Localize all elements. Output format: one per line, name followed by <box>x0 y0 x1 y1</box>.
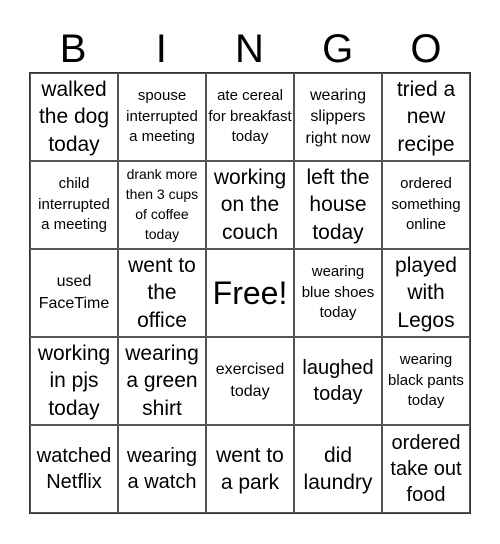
cell-text: watched Netflix <box>36 445 112 493</box>
cell-text: spouse interrupted a meeting <box>126 86 198 146</box>
bingo-cell[interactable]: wearing a green shirt <box>118 337 206 425</box>
cell-text: laughed today <box>302 357 374 405</box>
bingo-cell[interactable]: ate cereal for breakfast today <box>206 73 294 161</box>
bingo-cell[interactable]: walked the dog today <box>30 73 118 161</box>
bingo-cell[interactable]: exercised today <box>206 337 294 425</box>
cell-text: went to a park <box>216 443 284 494</box>
bingo-cell[interactable]: used FaceTime <box>30 249 118 337</box>
free-space-cell[interactable]: Free! <box>206 249 294 337</box>
bingo-cell[interactable]: spouse interrupted a meeting <box>118 73 206 161</box>
cell-text: went to the office <box>128 254 196 332</box>
cell-text: wearing black pants today <box>388 350 464 410</box>
bingo-cell[interactable]: laughed today <box>294 337 382 425</box>
bingo-cell[interactable]: wearing slippers right now <box>294 73 382 161</box>
cell-text: exercised today <box>215 361 285 400</box>
cell-text: wearing a watch <box>126 445 198 493</box>
header-letter-n: N <box>235 27 264 71</box>
bingo-cell[interactable]: wearing blue shoes today <box>294 249 382 337</box>
bingo-cell[interactable]: tried a new recipe <box>382 73 470 161</box>
cell-text: child interrupted a meeting <box>38 174 110 234</box>
bingo-cell[interactable]: ordered take out food <box>382 425 470 513</box>
cell-text: wearing slippers right now <box>305 86 371 147</box>
header-letter-g: G <box>322 27 354 71</box>
bingo-cell[interactable]: went to the office <box>118 249 206 337</box>
bingo-cell[interactable]: child interrupted a meeting <box>30 161 118 249</box>
bingo-cell[interactable]: wearing a watch <box>118 425 206 513</box>
bingo-board: walked the dog today spouse interrupted … <box>29 72 471 514</box>
cell-text: drank more then 3 cups of coffee today <box>125 166 199 242</box>
cell-text: wearing a green shirt <box>125 342 199 420</box>
header-letter-i: I <box>155 27 167 71</box>
cell-text: tried a new recipe <box>396 78 456 156</box>
bingo-cell[interactable]: went to a park <box>206 425 294 513</box>
cell-text: used FaceTime <box>38 273 110 312</box>
cell-text: ordered something online <box>391 174 461 234</box>
cell-text: Free! <box>212 275 288 311</box>
header-letter-b: B <box>59 27 87 71</box>
header-letter-o: O <box>410 27 442 71</box>
cell-text: played with Legos <box>395 254 457 332</box>
bingo-cell[interactable]: wearing black pants today <box>382 337 470 425</box>
bingo-cell[interactable]: watched Netflix <box>30 425 118 513</box>
cell-text: working in pjs today <box>37 342 111 420</box>
bingo-cell[interactable]: played with Legos <box>382 249 470 337</box>
cell-text: ordered take out food <box>390 432 462 506</box>
bingo-cell[interactable]: left the house today <box>294 161 382 249</box>
cell-text: ate cereal for breakfast today <box>208 86 292 146</box>
cell-text: walked the dog today <box>38 78 110 156</box>
cell-text: did laundry <box>303 443 373 494</box>
cell-text: working on the couch <box>213 166 287 244</box>
bingo-cell[interactable]: working in pjs today <box>30 337 118 425</box>
bingo-cell[interactable]: working on the couch <box>206 161 294 249</box>
bingo-cell[interactable]: drank more then 3 cups of coffee today <box>118 161 206 249</box>
cell-text: wearing blue shoes today <box>301 262 375 322</box>
bingo-header: B I N G O <box>29 26 470 72</box>
cell-text: left the house today <box>306 166 370 244</box>
bingo-cell[interactable]: ordered something online <box>382 161 470 249</box>
bingo-cell[interactable]: did laundry <box>294 425 382 513</box>
